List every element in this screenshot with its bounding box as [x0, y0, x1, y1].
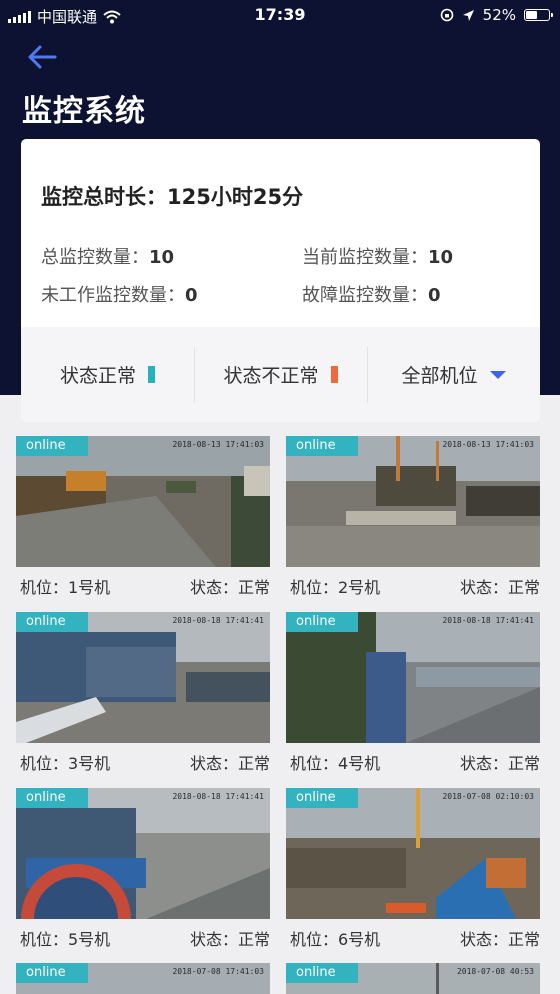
online-badge: online: [286, 788, 358, 808]
camera-card[interactable]: online 2018-08-18 17:41:41 机位：3号机 状态：正常: [16, 612, 270, 788]
camera-status: 状态：正常: [459, 578, 540, 597]
camera-card[interactable]: online 2018-08-13 17:41:03 机位：2号机 状态：正常: [286, 436, 540, 612]
camera-info: 机位：5号机 状态：正常: [20, 926, 270, 952]
camera-card[interactable]: online 2018-08-18 17:41:41 机位：5号机 状态：正常: [16, 788, 270, 964]
summary-card: 监控总时长：125小时25分 总监控数量：10 当前监控数量：10 未工作监控数…: [21, 139, 540, 422]
current-count: 当前监控数量：10: [302, 247, 454, 268]
camera-thumbnail[interactable]: online 2018-07-08 40:53: [286, 963, 540, 994]
camera-card[interactable]: online 2018-07-08 17:41:03: [16, 963, 270, 994]
online-badge: online: [286, 436, 358, 456]
total-duration: 监控总时长：125小时25分: [41, 185, 304, 209]
video-timestamp: 2018-08-13 17:41:03: [172, 440, 264, 449]
page-title: 监控系统: [22, 94, 146, 129]
video-timestamp: 2018-08-18 17:41:41: [172, 616, 264, 625]
online-badge: online: [16, 788, 88, 808]
video-timestamp: 2018-07-08 40:53: [456, 967, 534, 976]
video-timestamp: 2018-08-18 17:41:41: [172, 792, 264, 801]
battery-percent: 52%: [482, 6, 516, 24]
filter-normal[interactable]: 状态正常: [21, 327, 194, 422]
camera-status: 状态：正常: [189, 754, 270, 773]
video-timestamp: 2018-08-13 17:41:03: [442, 440, 534, 449]
camera-info: 机位：3号机 状态：正常: [20, 750, 270, 776]
caret-down-icon: [489, 370, 506, 379]
camera-thumbnail[interactable]: online 2018-07-08 02:10:03: [286, 788, 540, 919]
camera-thumbnail[interactable]: online 2018-08-13 17:41:03: [16, 436, 270, 567]
filter-position-dropdown[interactable]: 全部机位: [367, 327, 540, 422]
normal-status-swatch: [148, 366, 155, 383]
camera-info: 机位：4号机 状态：正常: [290, 750, 540, 776]
fault-count: 故障监控数量：0: [302, 285, 441, 306]
camera-position: 机位：4号机: [290, 754, 381, 773]
idle-count: 未工作监控数量：0: [41, 285, 198, 306]
camera-position: 机位：6号机: [290, 930, 381, 949]
abnormal-status-swatch: [330, 366, 338, 383]
video-timestamp: 2018-07-08 02:10:03: [442, 792, 534, 801]
filter-bar: 状态正常 状态不正常 全部机位: [21, 327, 540, 422]
online-badge: online: [16, 612, 88, 632]
camera-thumbnail[interactable]: online 2018-07-08 17:41:03: [16, 963, 270, 994]
online-badge: online: [16, 963, 88, 983]
camera-thumbnail[interactable]: online 2018-08-18 17:41:41: [16, 612, 270, 743]
camera-card[interactable]: online 2018-07-08 02:10:03 机位：6号机 状态：正常: [286, 788, 540, 964]
video-timestamp: 2018-08-18 17:41:41: [442, 616, 534, 625]
status-bar: 中国联通 17:39 52%: [0, 0, 560, 30]
filter-abnormal[interactable]: 状态不正常: [194, 327, 367, 422]
camera-card[interactable]: online 2018-08-13 17:41:03 机位：1号机 状态：正常: [16, 436, 270, 612]
camera-thumbnail[interactable]: online 2018-08-13 17:41:03: [286, 436, 540, 567]
camera-status: 状态：正常: [459, 754, 540, 773]
camera-position: 机位：5号机: [20, 930, 111, 949]
camera-card[interactable]: online 2018-07-08 40:53: [286, 963, 540, 994]
online-badge: online: [16, 436, 88, 456]
camera-thumbnail[interactable]: online 2018-08-18 17:41:41: [286, 612, 540, 743]
camera-position: 机位：1号机: [20, 578, 111, 597]
location-icon: [462, 9, 474, 21]
camera-info: 机位：1号机 状态：正常: [20, 574, 270, 600]
camera-thumbnail[interactable]: online 2018-08-18 17:41:41: [16, 788, 270, 919]
battery-icon: [524, 9, 553, 21]
camera-position: 机位：2号机: [290, 578, 381, 597]
video-timestamp: 2018-07-08 17:41:03: [172, 967, 264, 976]
back-arrow-icon[interactable]: [26, 42, 58, 72]
camera-info: 机位：6号机 状态：正常: [290, 926, 540, 952]
online-badge: online: [286, 612, 358, 632]
camera-status: 状态：正常: [459, 930, 540, 949]
camera-position: 机位：3号机: [20, 754, 111, 773]
camera-status: 状态：正常: [189, 578, 270, 597]
rotation-lock-icon: [440, 8, 453, 22]
online-badge: online: [286, 963, 358, 983]
camera-info: 机位：2号机 状态：正常: [290, 574, 540, 600]
total-count: 总监控数量：10: [41, 247, 175, 268]
camera-card[interactable]: online 2018-08-18 17:41:41 机位：4号机 状态：正常: [286, 612, 540, 788]
camera-status: 状态：正常: [189, 930, 270, 949]
